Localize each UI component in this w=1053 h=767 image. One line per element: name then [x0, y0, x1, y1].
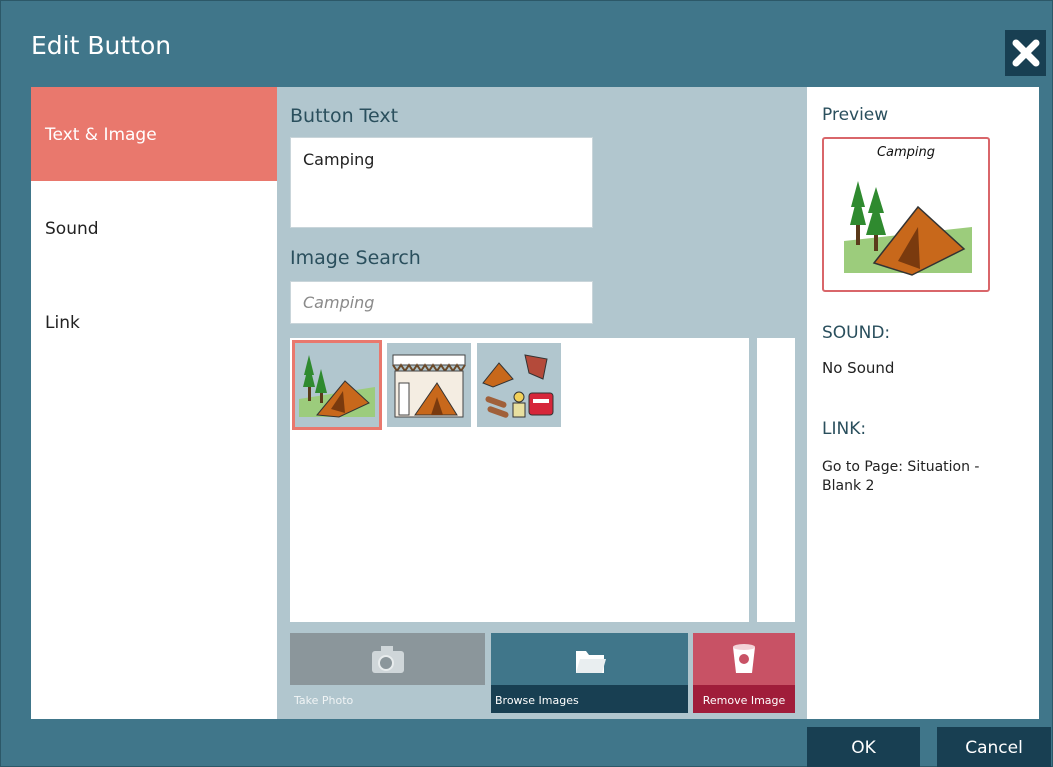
browse-images-label: Browse Images	[491, 685, 688, 713]
sound-value: No Sound	[822, 359, 895, 377]
sidebar-item-sound[interactable]: Sound	[31, 181, 277, 275]
take-photo-button[interactable]: Take Photo	[290, 633, 485, 713]
sound-label: SOUND:	[822, 323, 891, 343]
tent-icon	[844, 181, 972, 276]
sidebar-item-link[interactable]: Link	[31, 275, 277, 369]
edit-button-dialog: Edit Button Text & Image Sound Link Butt…	[0, 0, 1053, 767]
browse-images-button[interactable]: Browse Images	[491, 633, 688, 713]
preview-caption: Camping	[876, 145, 936, 160]
button-preview: Camping	[822, 137, 990, 292]
take-photo-label: Take Photo	[290, 685, 485, 713]
image-result-camping-gear[interactable]	[477, 343, 561, 427]
remove-image-label: Remove Image	[693, 685, 795, 713]
results-scrollbar[interactable]	[757, 338, 795, 622]
cancel-button[interactable]: Cancel	[937, 727, 1051, 767]
dialog-title: Edit Button	[31, 31, 172, 60]
ok-button[interactable]: OK	[807, 727, 920, 767]
image-result-cabin-tent[interactable]	[387, 343, 471, 427]
camera-icon	[371, 646, 404, 673]
tent-icon	[299, 355, 375, 418]
button-text-label: Button Text	[290, 105, 399, 127]
image-search-label: Image Search	[290, 247, 421, 269]
sidebar: Text & Image Sound Link	[31, 87, 277, 719]
button-text-field[interactable]: Camping	[290, 137, 593, 228]
image-result-tent[interactable]	[292, 340, 382, 430]
image-search-input[interactable]: Camping	[290, 281, 593, 324]
sidebar-item-text-image[interactable]: Text & Image	[31, 87, 277, 181]
sidebar-item-label: Sound	[45, 219, 99, 239]
sidebar-item-label: Link	[45, 313, 80, 333]
camping-gear-icon	[482, 354, 554, 418]
cabin-tent-icon	[392, 354, 466, 418]
trash-icon	[733, 644, 755, 673]
remove-image-button[interactable]: Remove Image	[693, 633, 795, 713]
sidebar-item-label: Text & Image	[45, 125, 157, 145]
link-label: LINK:	[822, 419, 867, 439]
preview-label: Preview	[822, 105, 889, 125]
close-icon	[1012, 39, 1039, 67]
close-button[interactable]	[1005, 30, 1046, 76]
link-value: Go to Page: Situation - Blank 2	[822, 459, 980, 494]
folder-icon	[575, 651, 606, 673]
